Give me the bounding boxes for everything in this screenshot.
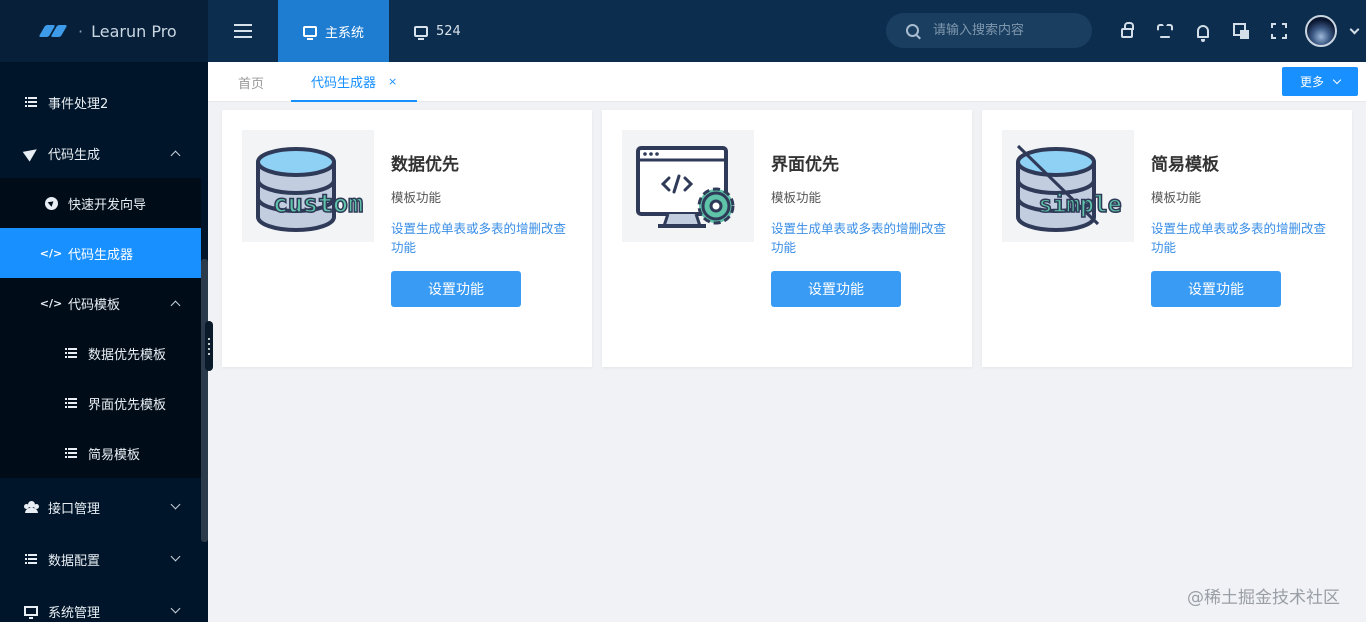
- sidebar-drag-handle[interactable]: [205, 321, 213, 371]
- sidebar-item-data-config[interactable]: 数据配置: [0, 534, 201, 584]
- sidebar-item-label: 界面优先模板: [88, 397, 167, 413]
- list-icon: [24, 97, 38, 107]
- monitor-icon: [414, 25, 429, 40]
- more-button[interactable]: 更多: [1282, 67, 1358, 96]
- sidebar-item-data-first-template[interactable]: 数据优先模板: [0, 328, 201, 378]
- template-card-data-first: custom 数据优先 模板功能 设置生成单表或多表的增删改查功能 设置功能: [222, 110, 592, 367]
- chevron-down-icon[interactable]: [1349, 24, 1360, 34]
- sidebar: 事件处理2 代码生成 快速开发向导 </> 代码生成器 </> 代码模板 数据优…: [0, 62, 208, 622]
- brand-logo-icon: [38, 24, 68, 38]
- page-tabs-bar: 首页 代码生成器 ×: [208, 62, 1366, 102]
- sidebar-item-code-template[interactable]: </> 代码模板: [0, 278, 201, 328]
- search-box: [886, 13, 1092, 48]
- sidebar-item-label: 代码生成器: [68, 247, 134, 263]
- card-subtitle: 模板功能: [1151, 190, 1202, 205]
- skin-icon: [1157, 24, 1173, 38]
- code-icon: </>: [39, 296, 63, 310]
- card-description: 设置生成单表或多表的增删改查功能: [771, 221, 947, 255]
- close-icon[interactable]: ×: [388, 75, 397, 88]
- sidebar-item-ui-first-template[interactable]: 界面优先模板: [0, 378, 201, 428]
- sidebar-item-label: 代码模板: [68, 297, 121, 313]
- lock-icon: [1121, 22, 1134, 38]
- search-icon: [906, 24, 919, 37]
- chevron-up-icon: [170, 300, 181, 311]
- header-toolbar: [1108, 0, 1360, 62]
- sidebar-item-system[interactable]: 系统管理: [0, 586, 201, 622]
- card-subtitle: 模板功能: [771, 190, 822, 205]
- setup-button[interactable]: 设置功能: [1151, 271, 1281, 307]
- template-card-simple: simple 简易模板 模板功能 设置生成单表或多表的增删改查功能 设置功能: [982, 110, 1352, 367]
- list-icon: [24, 554, 38, 564]
- card-description: 设置生成单表或多表的增删改查功能: [1151, 221, 1327, 255]
- card-title: 数据优先: [391, 155, 459, 175]
- brand-separator: ·: [78, 21, 84, 41]
- sidebar-item-label: 接口管理: [48, 501, 101, 517]
- translate-icon: [1233, 23, 1249, 39]
- tab-label: 首页: [238, 76, 265, 92]
- sidebar-item-quick-wizard[interactable]: 快速开发向导: [0, 178, 201, 228]
- tab-label: 代码生成器: [311, 75, 377, 91]
- sidebar-item-simple-template[interactable]: 简易模板: [0, 428, 201, 478]
- card-title: 简易模板: [1151, 155, 1219, 175]
- card-subtitle: 模板功能: [391, 190, 442, 205]
- sidebar-item-label: 数据配置: [48, 553, 101, 569]
- sidebar-item-label: 简易模板: [88, 447, 141, 463]
- fullscreen-button[interactable]: [1260, 0, 1298, 62]
- system-tab-label: 主系统: [325, 25, 365, 41]
- brand[interactable]: · Learun Pro: [0, 0, 208, 62]
- fullscreen-icon: [1271, 23, 1287, 39]
- sidebar-item-label: 快速开发向导: [68, 197, 147, 213]
- compass-icon: [44, 196, 58, 210]
- system-tab-main[interactable]: 主系统: [278, 0, 390, 62]
- image-text: simple: [1038, 192, 1121, 218]
- sidebar-item-label: 代码生成: [48, 147, 101, 163]
- code-icon: </>: [39, 246, 63, 260]
- send-icon: [22, 144, 40, 162]
- chevron-down-icon: [170, 499, 181, 510]
- setup-button[interactable]: 设置功能: [771, 271, 901, 307]
- bell-icon: [1197, 24, 1209, 42]
- monitor-icon: [303, 25, 317, 40]
- translate-button[interactable]: [1222, 0, 1260, 62]
- tab-home[interactable]: 首页: [238, 62, 264, 102]
- code-screen-image: [622, 130, 754, 242]
- lock-button[interactable]: [1108, 0, 1146, 62]
- card-title: 界面优先: [771, 155, 839, 175]
- list-icon: [64, 448, 78, 458]
- chevron-down-icon: [170, 603, 181, 614]
- sidebar-item-label: 事件处理2: [48, 96, 109, 112]
- skin-button[interactable]: [1146, 0, 1184, 62]
- brand-name: Learun Pro: [91, 21, 177, 41]
- list-icon: [64, 398, 78, 408]
- menu-toggle-button[interactable]: [208, 0, 278, 62]
- sidebar-item-label: 数据优先模板: [88, 347, 167, 363]
- avatar[interactable]: [1305, 15, 1337, 47]
- template-card-ui-first: 界面优先 模板功能 设置生成单表或多表的增删改查功能 设置功能: [602, 110, 972, 367]
- database-custom-image: custom: [242, 130, 374, 242]
- watermark: @稀土掘金技术社区: [1187, 588, 1340, 608]
- sidebar-scrollbar[interactable]: [201, 259, 208, 542]
- list-icon: [64, 348, 78, 358]
- sidebar-item-event[interactable]: 事件处理2: [0, 77, 201, 127]
- chevron-down-icon: [1332, 75, 1342, 84]
- database-simple-image: simple: [1002, 130, 1134, 242]
- hamburger-icon: [234, 30, 252, 32]
- more-button-label: 更多: [1299, 75, 1324, 89]
- sidebar-item-code-generator[interactable]: </> 代码生成器: [0, 228, 201, 278]
- sidebar-item-api[interactable]: 接口管理: [0, 482, 201, 532]
- notification-button[interactable]: [1184, 0, 1222, 62]
- sidebar-item-codegen[interactable]: 代码生成: [0, 128, 201, 178]
- chevron-up-icon: [170, 150, 181, 161]
- image-text: custom: [273, 189, 363, 218]
- tab-code-generator[interactable]: 代码生成器 ×: [291, 62, 418, 102]
- setup-button[interactable]: 设置功能: [391, 271, 521, 307]
- system-tab-label: 524: [436, 23, 461, 39]
- sidebar-item-label: 系统管理: [48, 605, 101, 621]
- card-description: 设置生成单表或多表的增删改查功能: [391, 221, 567, 255]
- monitor-icon: [24, 606, 38, 619]
- system-tab-524[interactable]: 524: [389, 0, 486, 62]
- search-input[interactable]: [933, 23, 1083, 38]
- chevron-down-icon: [170, 551, 181, 562]
- users-icon: [24, 501, 38, 513]
